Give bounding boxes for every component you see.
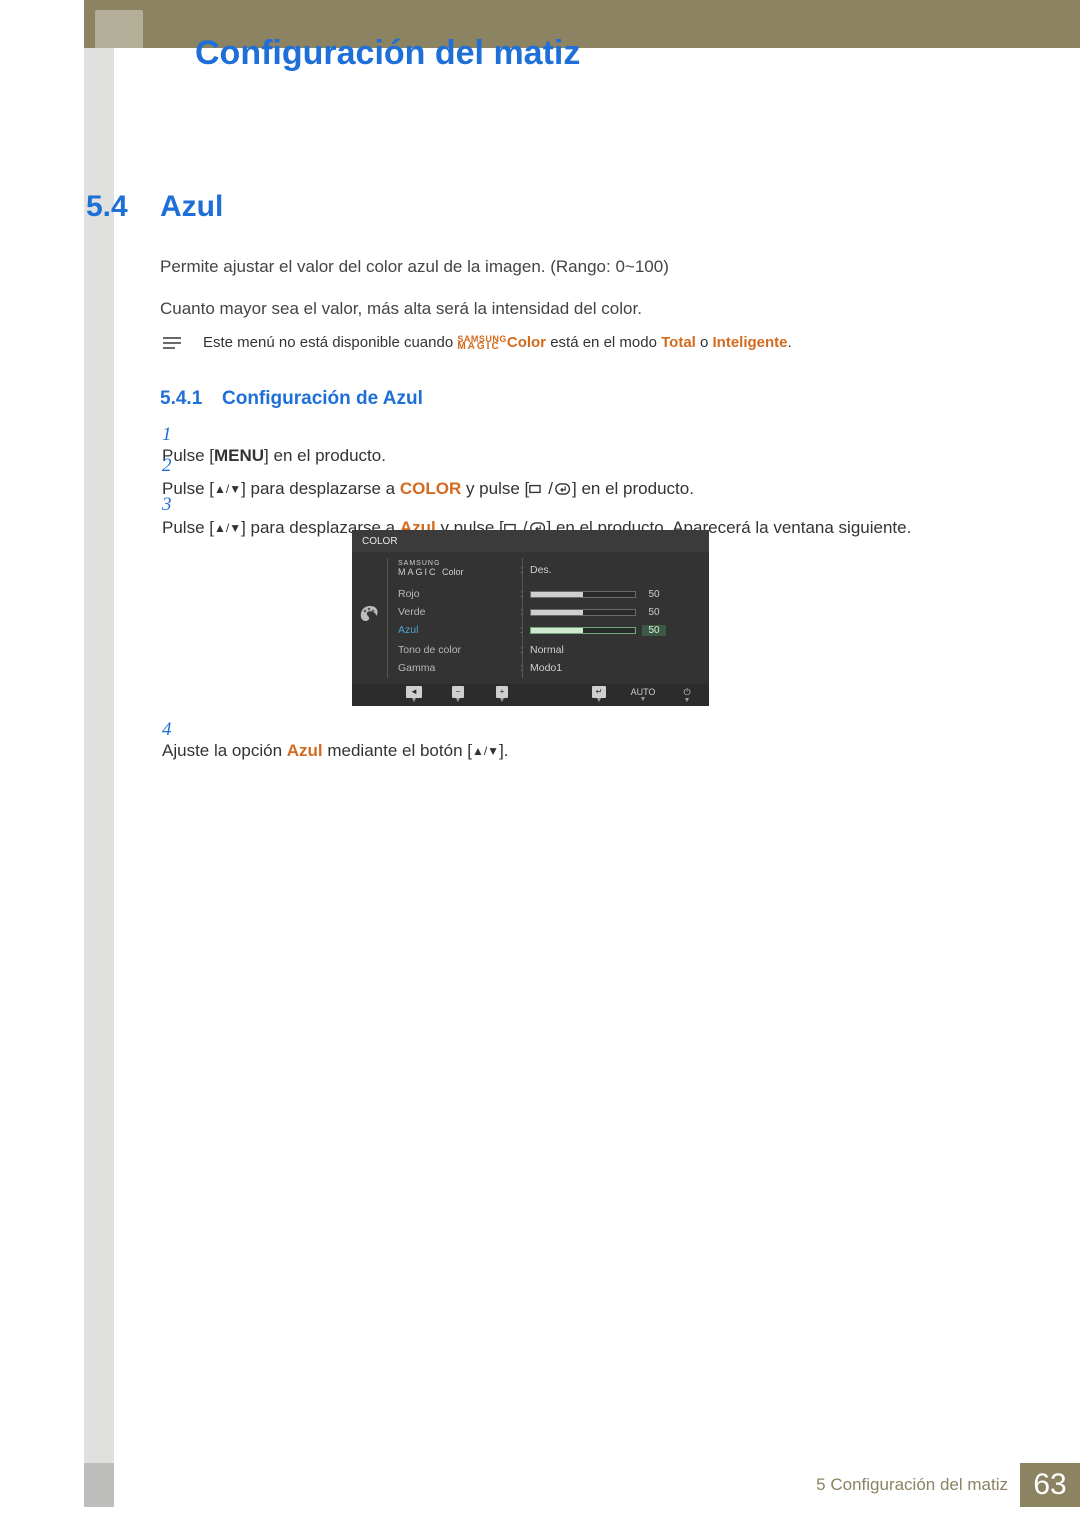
subsection-number: 5.4.1 — [160, 388, 202, 410]
osd-enter-icon: ↵▼ — [577, 686, 621, 704]
note-pre: Este menú no está disponible cuando — [203, 334, 457, 351]
step-1-number: 1 — [162, 424, 188, 446]
step-2: 2 Pulse [▲/▼] para desplazarse a COLOR y… — [162, 455, 1020, 499]
section-title: Azul — [160, 190, 223, 224]
note-mid: está en el modo — [546, 334, 661, 351]
paragraph-2: Cuanto mayor sea el valor, más alta será… — [160, 298, 642, 321]
section-number: 5.4 — [86, 190, 128, 224]
chapter-title: Configuración del matiz — [195, 34, 580, 73]
step-3-number: 3 — [162, 494, 188, 516]
paragraph-1: Permite ajustar el valor del color azul … — [160, 256, 669, 279]
osd-minus-icon: −▼ — [436, 686, 480, 704]
step-4: 4 Ajuste la opción Azul mediante el botó… — [162, 719, 1020, 761]
note-end: . — [788, 334, 792, 351]
palette-icon — [358, 604, 382, 624]
osd-row-gamma: Gamma:Modo1 — [398, 658, 701, 678]
osd-plus-icon: +▼ — [480, 686, 524, 704]
osd-row-magiccolor: :Des. — [398, 560, 701, 580]
note-opt1: Total — [661, 334, 696, 351]
osd-row-verde: Verde: 50 — [398, 602, 701, 622]
osd-menu: COLOR SAMSUNG MAGIC Color :Des. Rojo: 50… — [352, 530, 709, 706]
up-down-icon: ▲/▼ — [214, 521, 241, 535]
osd-footer: ◄▼ −▼ +▼ ↵▼ AUTO▼ ⏻▼ — [352, 684, 709, 706]
osd-row-azul: Azul: 50 — [398, 620, 701, 640]
osd-power-icon: ⏻▼ — [665, 687, 709, 704]
subsection-title: Configuración de Azul — [222, 388, 423, 410]
step-4-number: 4 — [162, 719, 188, 741]
osd-auto-label: AUTO▼ — [621, 687, 665, 703]
left-gutter-foot — [84, 1463, 114, 1507]
step-3-pre: Pulse [ — [162, 518, 214, 537]
step-2-number: 2 — [162, 455, 188, 477]
footer-page-number: 63 — [1020, 1463, 1080, 1507]
page-footer: 5 Configuración del matiz 63 — [816, 1463, 1080, 1507]
note-icon — [163, 334, 187, 352]
osd-row-rojo: Rojo: 50 — [398, 584, 701, 604]
note-or: o — [696, 334, 713, 351]
footer-chapter-label: 5 Configuración del matiz — [816, 1475, 1008, 1495]
osd-row-tono: Tono de color:Normal — [398, 640, 701, 660]
step-4-azul: Azul — [287, 741, 323, 760]
step-4-mid: mediante el botón [ — [323, 741, 472, 760]
note-text: Este menú no está disponible cuando SAMS… — [203, 334, 792, 351]
step-4-post: ]. — [499, 741, 508, 760]
step-4-pre: Ajuste la opción — [162, 741, 287, 760]
note-opt2: Inteligente — [713, 334, 788, 351]
up-down-icon: ▲/▼ — [472, 744, 499, 758]
note-magic-suffix: Color — [507, 334, 546, 351]
left-gutter — [84, 48, 114, 1507]
samsung-magic-label: SAMSUNGMAGIC — [457, 336, 507, 351]
osd-title: COLOR — [362, 536, 398, 547]
osd-back-icon: ◄▼ — [392, 686, 436, 704]
